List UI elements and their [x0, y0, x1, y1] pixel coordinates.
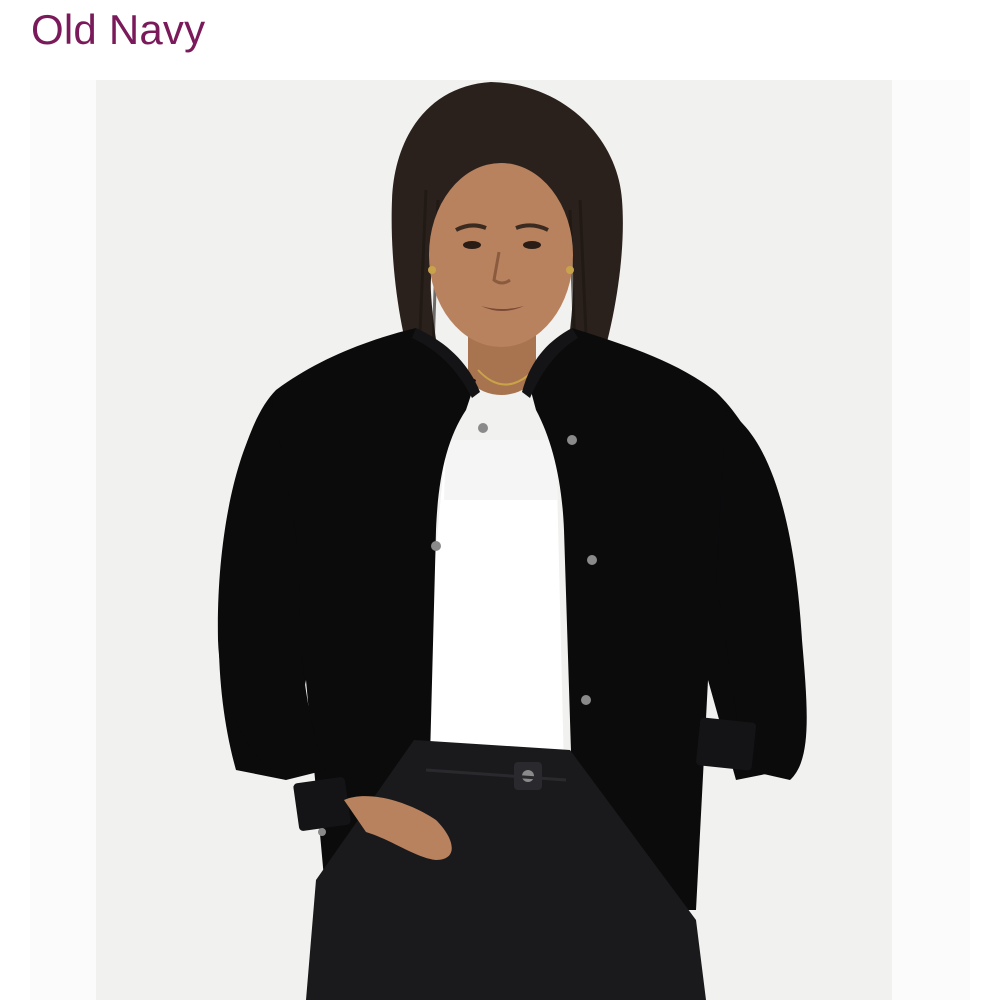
face	[429, 163, 573, 347]
product-image[interactable]	[96, 80, 892, 1000]
product-photo-icon	[96, 80, 892, 1000]
brand-name[interactable]: Old Navy	[31, 4, 205, 56]
brand-header: Old Navy	[0, 0, 1000, 78]
listing-page: Old Navy	[0, 0, 1000, 1000]
